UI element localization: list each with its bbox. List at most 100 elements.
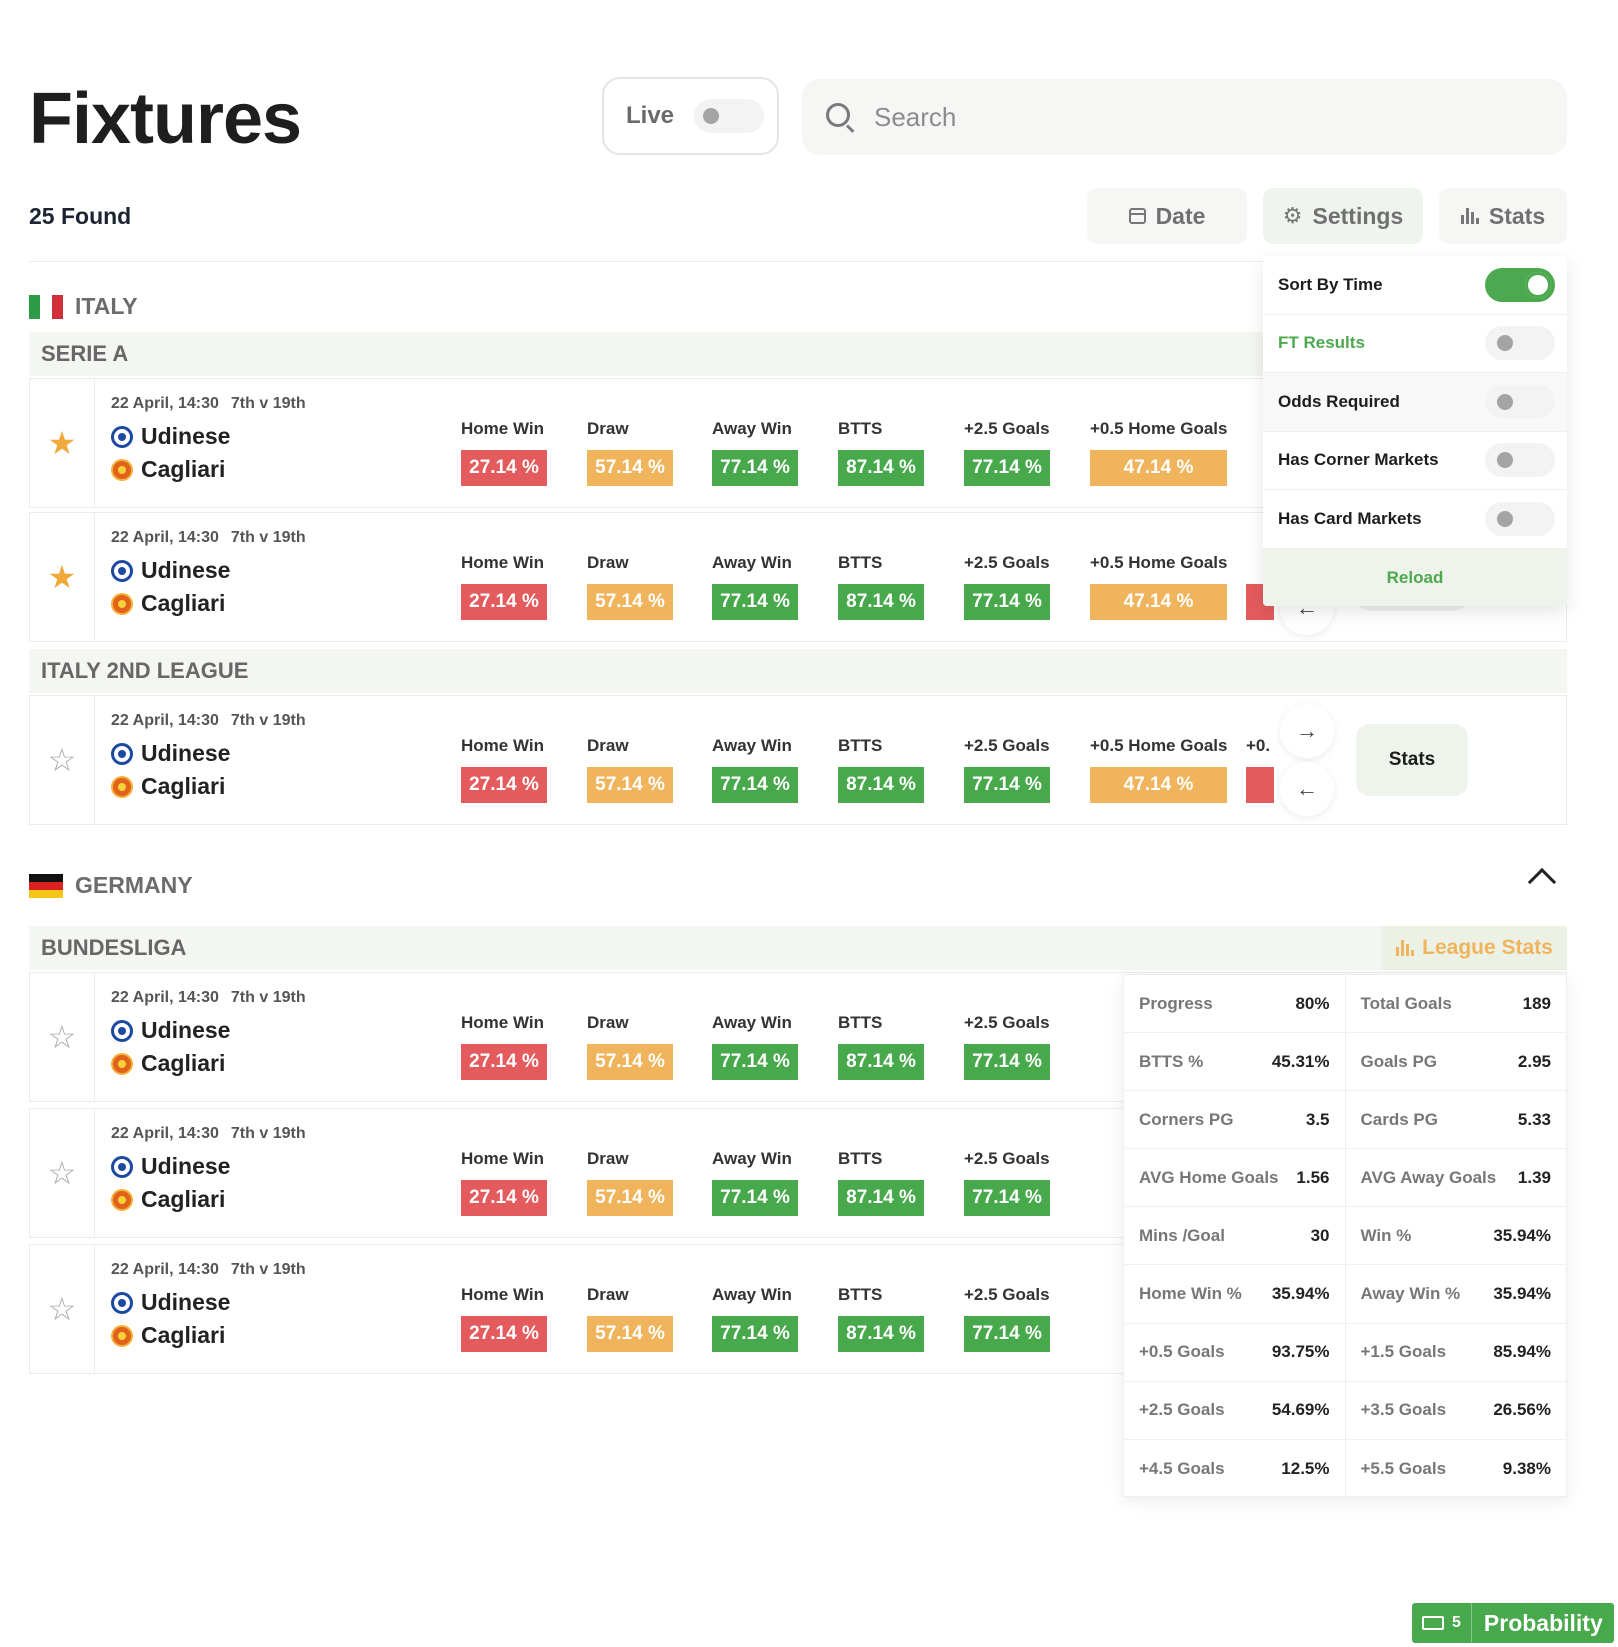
home-team-name: Udinese [141,557,231,583]
fixture-row[interactable]: ☆ 22 April, 14:30 7th v 19th Udinese Cagliar… [29,695,1567,825]
market-value[interactable]: 47.14 % [1090,584,1227,620]
market-value[interactable]: 47.14 % [1090,450,1227,486]
market-label: +0.5 Home Goals [1090,419,1228,438]
market-value[interactable]: 77.14 % [712,1044,798,1080]
market-value[interactable]: 57.14 % [587,1044,673,1080]
fixture-meta: 22 April, 14:30 7th v 19th [111,989,306,1007]
favorite-cell[interactable]: ★ [30,513,95,641]
home-team-badge-icon [111,742,133,765]
market-label: BTTS [838,1285,883,1304]
search-input[interactable] [874,101,1524,133]
reload-button[interactable]: Reload [1263,548,1567,606]
market-value[interactable]: 87.14 % [838,450,924,486]
live-toggle[interactable] [694,99,765,133]
star-icon[interactable]: ☆ [48,1157,77,1189]
market-value[interactable]: 57.14 % [587,767,673,803]
settings-option[interactable]: Sort By Time [1263,256,1567,315]
away-team: Cagliari [111,1186,225,1213]
home-team: Udinese [111,1289,230,1316]
settings-option[interactable]: FT Results [1263,315,1567,373]
market-label: Home Win [461,1285,544,1304]
market-value[interactable]: 27.14 % [461,450,547,486]
settings-option-toggle[interactable] [1485,267,1555,302]
settings-option[interactable]: Has Card Markets [1263,490,1567,549]
market-value[interactable]: 77.14 % [712,584,798,620]
market-value[interactable]: 77.14 % [964,767,1050,803]
favorite-cell[interactable]: ☆ [30,696,95,824]
favorite-cell[interactable]: ☆ [30,1109,95,1237]
market-value[interactable] [1246,767,1274,803]
market-label: Home Win [461,1149,544,1168]
search-bar[interactable] [802,79,1567,155]
market-value[interactable]: 27.14 % [461,767,547,803]
market-value[interactable]: 77.14 % [964,1180,1050,1216]
favorite-cell[interactable]: ★ [30,379,95,507]
scroll-left-button[interactable]: ← [1280,762,1334,816]
market-value[interactable]: 27.14 % [461,1316,547,1352]
settings-option-toggle[interactable] [1485,443,1555,478]
market-value[interactable]: 77.14 % [964,584,1050,620]
stat-cell: Goals PG 2.95 [1346,1033,1567,1090]
market: Draw 57.14 % [587,1285,673,1352]
market: BTTS 87.14 % [838,1149,924,1216]
market-value[interactable]: 87.14 % [838,767,924,803]
chevron-up-icon[interactable] [1527,867,1557,897]
stats-toolbar-button[interactable]: Stats [1439,188,1567,244]
settings-button[interactable]: ⚙ Settings [1263,188,1423,244]
stat-cell: Away Win % 35.94% [1346,1265,1567,1322]
settings-option-toggle[interactable] [1485,501,1555,536]
country-italy[interactable]: ITALY [29,293,138,320]
stat-value: 93.75% [1271,1342,1330,1362]
live-filter[interactable]: Live [602,77,779,155]
stat-label: +4.5 Goals [1139,1458,1225,1478]
star-icon[interactable]: ☆ [48,744,77,776]
market-value[interactable]: 77.14 % [964,1316,1050,1352]
star-icon[interactable]: ★ [48,561,77,593]
star-icon[interactable]: ☆ [48,1293,77,1325]
market-value[interactable]: 87.14 % [838,1180,924,1216]
market-value[interactable]: 87.14 % [838,584,924,620]
market-label: +2.5 Goals [964,419,1050,438]
fixture-stats-button[interactable]: Stats [1356,724,1468,796]
market-value[interactable]: 27.14 % [461,1044,547,1080]
date-button[interactable]: Date [1087,188,1247,244]
stat-value: 1.39 [1517,1167,1551,1187]
stat-row: BTTS % 45.31% Goals PG 2.95 [1124,1033,1567,1092]
away-team: Cagliari [111,590,225,617]
market-value[interactable]: 57.14 % [587,584,673,620]
stat-value: 26.56% [1493,1400,1551,1420]
stat-value: 12.5% [1281,1458,1330,1478]
scroll-right-button[interactable]: → [1280,704,1334,758]
market-value[interactable]: 87.14 % [838,1316,924,1352]
star-icon[interactable]: ★ [48,427,77,459]
settings-option[interactable]: Odds Required [1263,373,1567,432]
market-value[interactable]: 77.14 % [712,450,798,486]
market-value[interactable]: 77.14 % [964,1044,1050,1080]
league-stats-button[interactable]: League Stats [1382,926,1567,970]
market-value[interactable]: 47.14 % [1090,767,1227,803]
market-value[interactable]: 27.14 % [461,1180,547,1216]
stat-cell: Mins /Goal 30 [1124,1207,1346,1265]
settings-option-toggle[interactable] [1485,326,1555,361]
market-value[interactable]: 77.14 % [712,767,798,803]
market-value[interactable]: 27.14 % [461,584,547,620]
stat-label: Corners PG [1139,1109,1234,1129]
settings-option[interactable]: Has Corner Markets [1263,432,1567,490]
market-value[interactable]: 57.14 % [587,1316,673,1352]
market-label: +0.5 Home Goals [1090,736,1228,755]
probability-button[interactable]: 5 Probability [1412,1603,1614,1643]
favorite-cell[interactable]: ☆ [30,973,95,1101]
market-partial: +0. [1246,736,1274,803]
market-value[interactable]: 77.14 % [712,1180,798,1216]
market-value[interactable]: 87.14 % [838,1044,924,1080]
star-icon[interactable]: ☆ [48,1021,77,1053]
live-toggle-knob [703,108,720,124]
market-value[interactable]: 57.14 % [587,1180,673,1216]
market-label: Draw [587,553,629,572]
country-germany[interactable]: GERMANY [29,872,193,899]
market-value[interactable]: 57.14 % [587,450,673,486]
market-value[interactable]: 77.14 % [712,1316,798,1352]
settings-option-toggle[interactable] [1485,384,1555,419]
market-value[interactable]: 77.14 % [964,450,1050,486]
favorite-cell[interactable]: ☆ [30,1245,95,1373]
